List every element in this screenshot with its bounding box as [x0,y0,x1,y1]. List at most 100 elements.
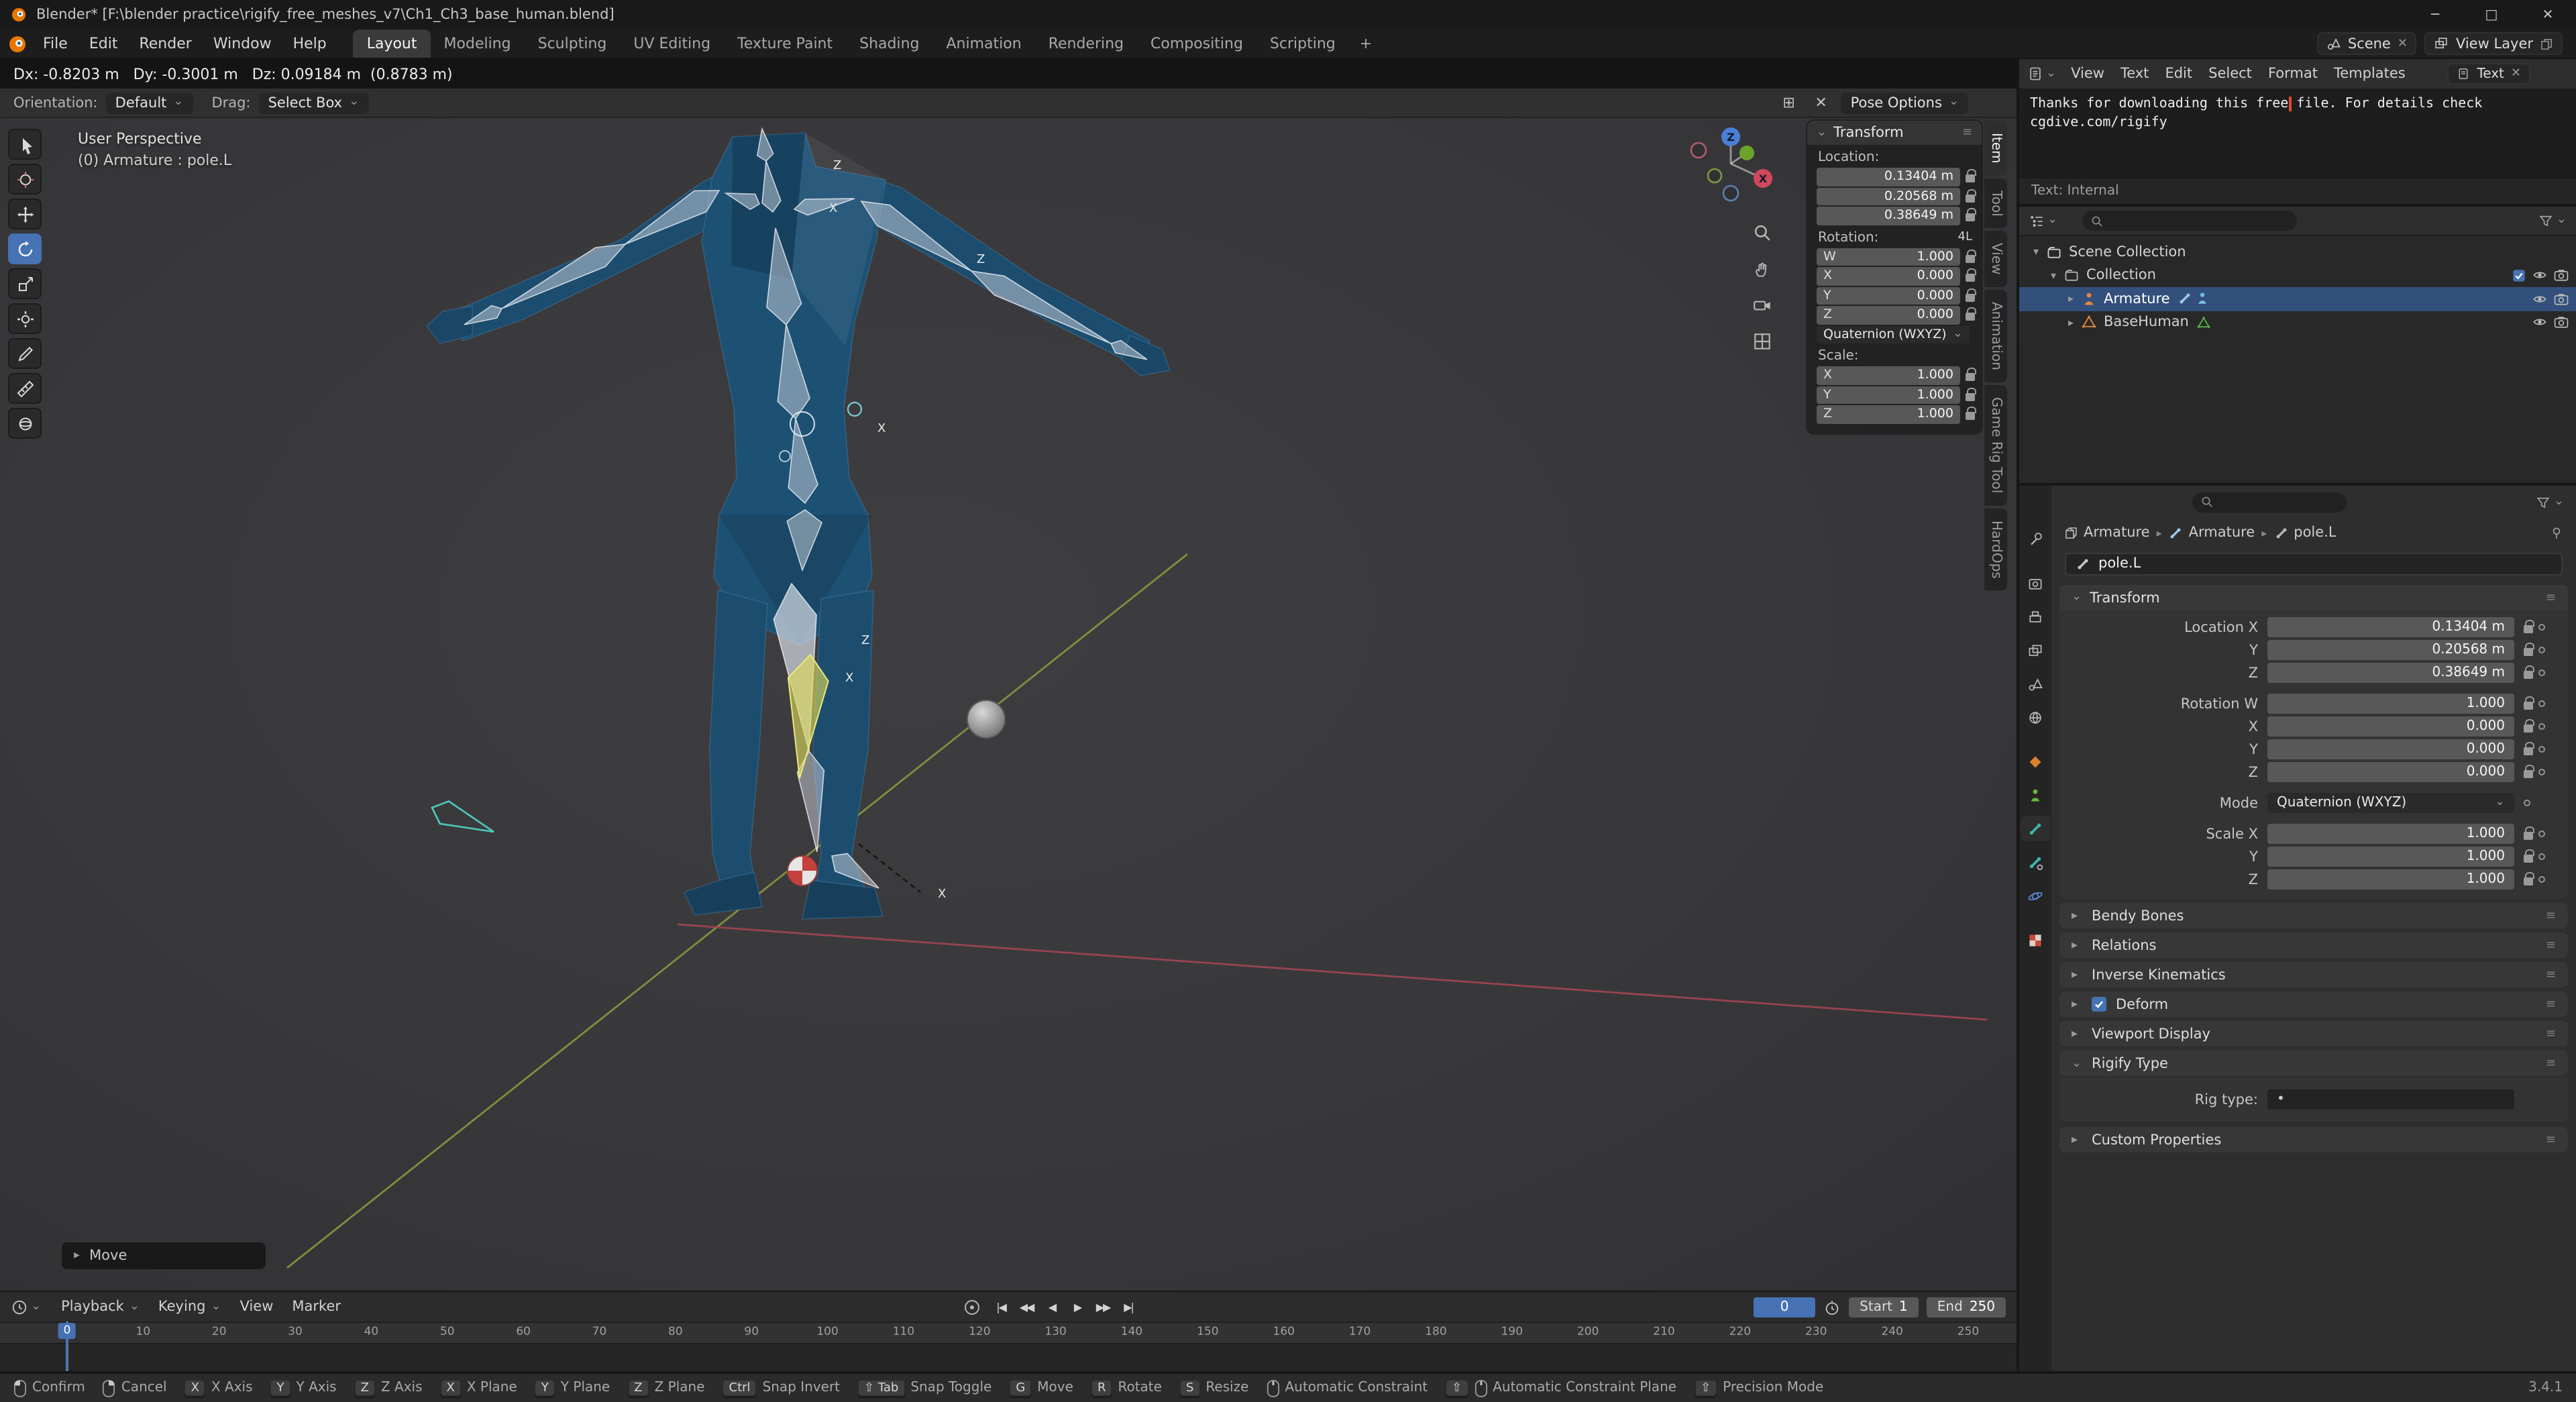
lock-icon[interactable] [2524,724,2533,733]
tool-move-button[interactable] [8,199,42,229]
bone[interactable] [625,191,719,244]
transform-panel-header[interactable]: ⌄ Transform ≡ [2059,585,2568,610]
teal-control-bone[interactable] [432,801,494,832]
workspace-tab-layout[interactable]: Layout [354,30,431,58]
properties-tab-texture[interactable] [2021,927,2050,953]
property-field[interactable]: 1.000 [2267,870,2514,889]
sidebar-tab-game-rig-tool[interactable]: Game Rig Tool [1984,385,2007,505]
bone[interactable] [726,193,759,209]
property-field[interactable]: 0.13404 m [2267,618,2514,637]
tool-annotate-button[interactable] [8,338,42,369]
grip-icon[interactable]: ≡ [2546,1133,2556,1146]
animate-dot[interactable] [2538,830,2545,837]
workspace-tab-uv-editing[interactable]: UV Editing [620,30,724,58]
properties-tab-output[interactable] [2021,604,2050,629]
location-0-field[interactable]: 0.13404 m [1817,168,1960,186]
animate-dot[interactable] [2538,647,2545,653]
checkbox-icon[interactable] [2512,268,2526,283]
breadcrumb-item-armature-0[interactable]: Armature [2063,525,2150,541]
animate-dot[interactable] [2538,746,2545,753]
bone[interactable] [832,853,879,888]
properties-tab-world[interactable] [2021,704,2050,730]
property-field[interactable]: 1.000 [2267,694,2514,714]
section-viewport-display[interactable]: ▸Viewport Display≡ [2059,1021,2568,1046]
outliner-row-collection[interactable]: ▾Collection [2019,264,2576,287]
timeline-ruler[interactable]: 0102030405060708090100110120130140150160… [0,1322,2017,1343]
bone[interactable] [794,199,855,215]
bone[interactable] [773,584,816,751]
rotation-x-field[interactable]: X0.000 [1817,267,1960,285]
timeline-editor-type-icon[interactable]: ⌄ [11,1298,41,1315]
tool-cursor-button[interactable] [8,164,42,195]
menu-help[interactable]: Help [282,30,337,58]
lock-icon[interactable] [1966,274,1975,282]
expand-arrow-icon[interactable]: ▾ [2045,270,2062,282]
rotation-w-field[interactable]: W1.000 [1817,248,1960,266]
properties-tab-object[interactable] [2021,749,2050,774]
gizmo-x-axis[interactable] [1754,169,1772,188]
gizmo-z-axis[interactable] [1721,127,1740,146]
3d-viewport[interactable]: ZXZXZXX ZX User Perspective (0) Armature… [0,118,2017,1291]
lock-icon[interactable] [1966,195,1975,203]
camera-icon[interactable] [2553,291,2569,307]
ortho-grid-icon[interactable] [1750,329,1774,353]
lock-icon[interactable] [2524,877,2533,885]
sidebar-tab-hardops[interactable]: HardOps [1984,508,2007,590]
text-menu-text[interactable]: Text [2112,66,2157,82]
section-checkbox[interactable] [2092,997,2106,1012]
scale-y-field[interactable]: Y1.000 [1817,386,1960,404]
copy-icon[interactable] [2540,37,2553,50]
snapping-toggle-icon[interactable]: ✕ [1809,92,1833,113]
menu-edit[interactable]: Edit [78,30,129,58]
npanel-transform-header[interactable]: ⌄Transform≡ [1807,121,1982,145]
sidebar-tab-animation[interactable]: Animation [1984,290,2007,382]
camera-icon[interactable] [2553,268,2569,284]
armature-bones[interactable] [432,129,1147,888]
outliner-row-basehuman[interactable]: ▸BaseHuman [2019,311,2576,334]
text-menu-select[interactable]: Select [2200,66,2260,82]
sidebar-tab-tool[interactable]: Tool [1984,178,2007,229]
grip-icon[interactable]: ≡ [2546,997,2556,1011]
bone[interactable] [797,751,824,852]
tool-measure-button[interactable] [8,373,42,404]
eye-icon[interactable] [2532,268,2548,284]
bone[interactable] [757,129,773,161]
section-inverse-kinematics[interactable]: ▸Inverse Kinematics≡ [2059,962,2568,987]
pin-icon[interactable] [2549,525,2564,540]
bone[interactable] [464,306,502,325]
selected-bone-pole-l[interactable] [788,655,828,778]
camera-icon[interactable] [2553,315,2569,331]
menu-render[interactable]: Render [128,30,202,58]
workspace-tab-animation[interactable]: Animation [933,30,1035,58]
menu-file[interactable]: File [32,30,78,58]
expand-arrow-icon[interactable]: ▸ [2062,317,2080,329]
camera-view-icon[interactable] [1750,292,1774,317]
bone[interactable] [502,244,625,309]
workspace-tab-rendering[interactable]: Rendering [1035,30,1137,58]
timeline-menu-playback[interactable]: Playback⌄ [52,1299,149,1315]
current-frame-field[interactable]: 0 [1754,1297,1815,1317]
lock-icon[interactable] [2524,671,2533,679]
gizmo-neg-y-axis[interactable] [1708,169,1721,182]
proportional-editing-icon[interactable]: ⊞ [1777,92,1801,113]
animate-dot[interactable] [2538,624,2545,631]
bone[interactable] [762,161,781,212]
lock-icon[interactable] [1966,413,1975,421]
lock-icon[interactable] [1966,255,1975,263]
breadcrumb-item-armature-1[interactable]: Armature [2169,525,2255,541]
tool-rotate-button[interactable] [8,233,42,264]
lock-icon[interactable] [2524,625,2533,633]
gizmo-neg-z-axis[interactable] [1723,186,1738,201]
text-datablock-selector[interactable]: Text ✕ [2447,63,2530,85]
outliner-editor-type-icon[interactable]: ⌄ [2029,213,2057,229]
properties-tab-bone[interactable] [2021,816,2050,841]
expand-arrow-icon[interactable]: ▾ [2027,246,2045,258]
auto-key-record-icon[interactable] [964,1299,979,1314]
lock-icon[interactable] [1966,374,1975,382]
lock-icon[interactable] [2524,747,2533,755]
properties-tab-physics[interactable] [2021,883,2050,908]
menu-window[interactable]: Window [203,30,282,58]
bone[interactable] [767,228,802,325]
rotation-mode-dropdown[interactable]: Quaternion (WXYZ)⌄ [1817,325,1970,343]
minimize-button[interactable]: ─ [2407,0,2463,30]
